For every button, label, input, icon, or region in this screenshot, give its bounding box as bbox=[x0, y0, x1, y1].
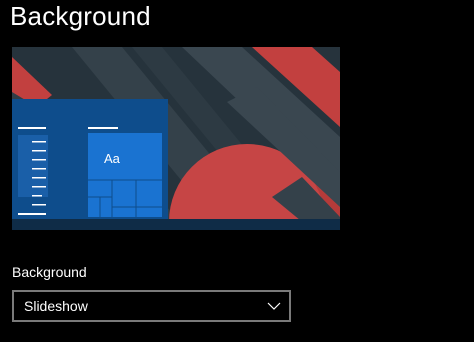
chevron-down-icon bbox=[267, 299, 281, 313]
background-dropdown[interactable]: Slideshow bbox=[12, 290, 291, 322]
wallpaper-preview-image bbox=[12, 47, 340, 230]
aa-tile-label: Aa bbox=[104, 151, 120, 166]
background-dropdown-value: Slideshow bbox=[24, 298, 88, 314]
background-preview: Aa bbox=[12, 47, 340, 230]
page-title: Background bbox=[10, 1, 151, 31]
background-label: Background bbox=[12, 264, 87, 280]
